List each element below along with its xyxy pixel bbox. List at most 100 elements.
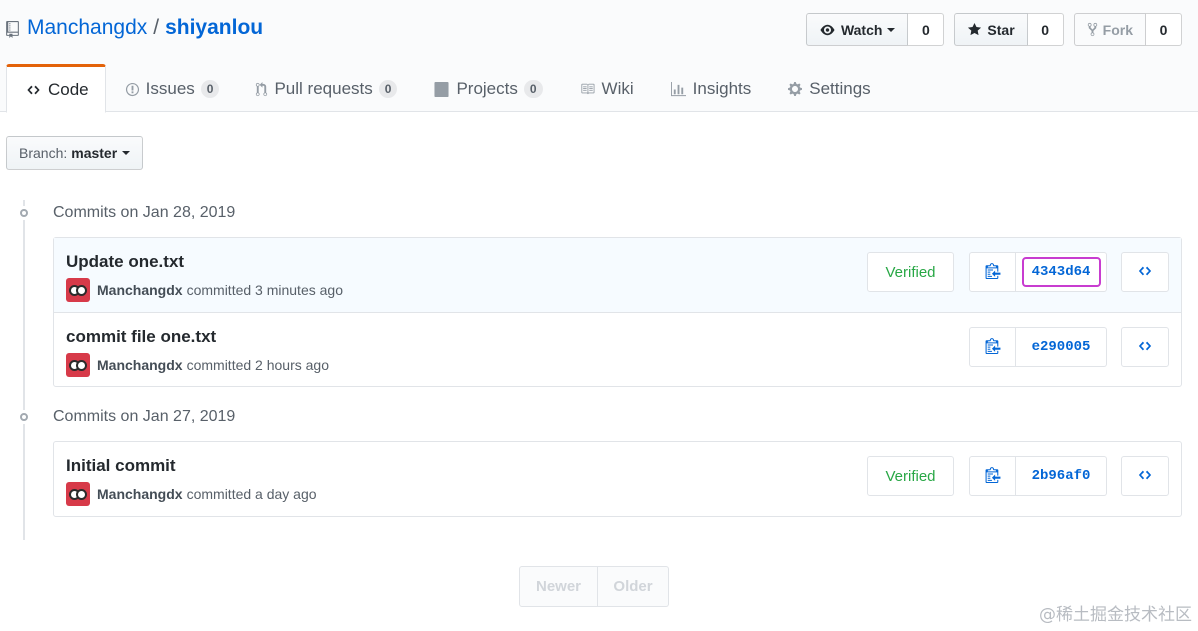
verified-badge[interactable]: Verified: [867, 456, 954, 496]
clipboard-icon: [985, 466, 1001, 486]
pull-request-icon: [255, 81, 268, 97]
sha-button-group: e290005: [969, 327, 1107, 367]
commit-author-link[interactable]: Manchangdx: [97, 282, 183, 298]
commit-group-icon: [17, 410, 31, 424]
branch-label: Branch:: [19, 145, 68, 161]
sha-button-group: 2b96af0: [969, 456, 1107, 496]
star-button[interactable]: Star: [954, 13, 1028, 46]
copy-sha-button[interactable]: [969, 327, 1016, 367]
watermark: @稀土掘金技术社区: [1039, 605, 1192, 625]
star-label: Star: [987, 21, 1015, 38]
browse-files-button[interactable]: [1121, 327, 1169, 367]
fork-count[interactable]: 0: [1146, 13, 1182, 46]
code-icon: [25, 83, 42, 97]
commit-meta: Manchangdx committed 2 hours ago: [66, 353, 329, 377]
branch-select-button[interactable]: Branch: master: [6, 136, 144, 170]
commit-message-link[interactable]: commit file one.txt: [66, 327, 216, 347]
commit-list: Initial commit Manchangdx committed a da…: [53, 441, 1182, 517]
commit-row: Update one.txt Manchangdx committed 3 mi…: [54, 238, 1181, 312]
commit-message-link[interactable]: Initial commit: [66, 456, 176, 476]
commit-sha-link[interactable]: 2b96af0: [1016, 456, 1107, 496]
repo-header: Manchangdx / shiyanlou Watch 0 Star 0 Fo…: [0, 0, 1198, 113]
commit-author-link[interactable]: Manchangdx: [97, 357, 183, 373]
verified-badge[interactable]: Verified: [867, 252, 954, 292]
commit-meta: Manchangdx committed a day ago: [66, 482, 317, 506]
tab-wiki[interactable]: Wiki: [560, 64, 651, 112]
watch-button[interactable]: Watch: [805, 13, 909, 46]
browse-files-button[interactable]: [1121, 252, 1169, 292]
book-icon: [579, 82, 596, 96]
commit-row: Initial commit Manchangdx committed a da…: [54, 442, 1181, 516]
tab-issues[interactable]: Issues 0: [106, 64, 237, 112]
star-icon: [967, 22, 982, 37]
repo-name-link[interactable]: shiyanlou: [165, 16, 263, 40]
branch-value: master: [71, 145, 118, 161]
fork-label: Fork: [1102, 21, 1133, 38]
watch-count[interactable]: 0: [908, 13, 945, 46]
tab-label: Settings: [809, 79, 871, 98]
clipboard-icon: [985, 262, 1001, 282]
copy-sha-button[interactable]: [969, 252, 1016, 292]
repo-path-separator: /: [153, 16, 160, 39]
commit-meta: Manchangdx committed 3 minutes ago: [66, 278, 343, 302]
issues-counter: 0: [200, 79, 220, 99]
commit-sha-link[interactable]: e290005: [1016, 327, 1107, 367]
tab-label: Wiki: [601, 79, 634, 98]
copy-sha-button[interactable]: [969, 456, 1016, 496]
commit-message-link[interactable]: Update one.txt: [66, 252, 184, 272]
sha-button-group: 4343d64: [969, 252, 1107, 292]
commit-author-link[interactable]: Manchangdx: [97, 486, 183, 502]
eye-icon: [819, 23, 836, 37]
star-count[interactable]: 0: [1027, 13, 1064, 46]
commit-sha-link[interactable]: 4343d64: [1016, 252, 1107, 292]
browse-files-button[interactable]: [1121, 456, 1169, 496]
commit-time: committed a day ago: [186, 486, 317, 502]
tab-pull-requests[interactable]: Pull requests 0: [236, 64, 414, 112]
commit-group-title: Commits on Jan 27, 2019: [53, 408, 236, 425]
pull-requests-counter: 0: [378, 79, 398, 99]
older-button[interactable]: Older: [598, 566, 669, 607]
commit-row: commit file one.txt Manchangdx committed…: [54, 312, 1181, 386]
tab-insights[interactable]: Insights: [651, 64, 769, 112]
watch-label: Watch: [840, 21, 883, 38]
repo-title: Manchangdx / shiyanlou: [6, 16, 263, 40]
timeline-line: [23, 200, 25, 540]
graph-icon: [670, 81, 687, 97]
avatar[interactable]: [66, 353, 90, 377]
commit-group-title: Commits on Jan 28, 2019: [53, 204, 236, 221]
tab-settings[interactable]: Settings: [768, 64, 887, 112]
commit-time: committed 3 minutes ago: [186, 282, 343, 298]
chevron-down-icon: [887, 27, 896, 32]
tab-label: Pull requests: [274, 79, 373, 98]
commit-list: Update one.txt Manchangdx committed 3 mi…: [53, 237, 1182, 387]
tab-code[interactable]: Code: [6, 64, 106, 113]
avatar[interactable]: [66, 482, 90, 506]
code-icon: [1137, 264, 1153, 281]
fork-icon: [1087, 22, 1098, 37]
tab-label: Issues: [145, 79, 195, 98]
newer-button[interactable]: Newer: [519, 566, 598, 607]
fork-button[interactable]: Fork: [1073, 13, 1146, 46]
repo-actions: Watch 0 Star 0 Fork 0: [796, 13, 1182, 46]
repo-nav: Code Issues 0 Pull requests 0 Projects 0: [6, 64, 888, 113]
repo-icon: [6, 20, 19, 38]
clipboard-icon: [985, 337, 1001, 357]
issue-icon: [125, 82, 140, 97]
tab-label: Code: [48, 79, 89, 99]
gear-icon: [787, 81, 803, 97]
star-group: Star 0: [954, 13, 1064, 46]
code-icon: [1137, 339, 1153, 356]
project-icon: [433, 81, 450, 97]
fork-group: Fork 0: [1073, 13, 1182, 46]
tab-label: Projects: [456, 79, 518, 98]
repo-owner-link[interactable]: Manchangdx: [27, 16, 147, 40]
tab-label: Insights: [692, 79, 752, 98]
tab-projects[interactable]: Projects 0: [414, 64, 559, 112]
watch-group: Watch 0: [805, 13, 945, 46]
pagination: Newer Older: [519, 566, 669, 607]
chevron-down-icon: [122, 151, 131, 155]
avatar[interactable]: [66, 278, 90, 302]
commit-time: committed 2 hours ago: [186, 357, 329, 373]
commit-group-icon: [17, 206, 31, 220]
code-icon: [1137, 468, 1153, 485]
